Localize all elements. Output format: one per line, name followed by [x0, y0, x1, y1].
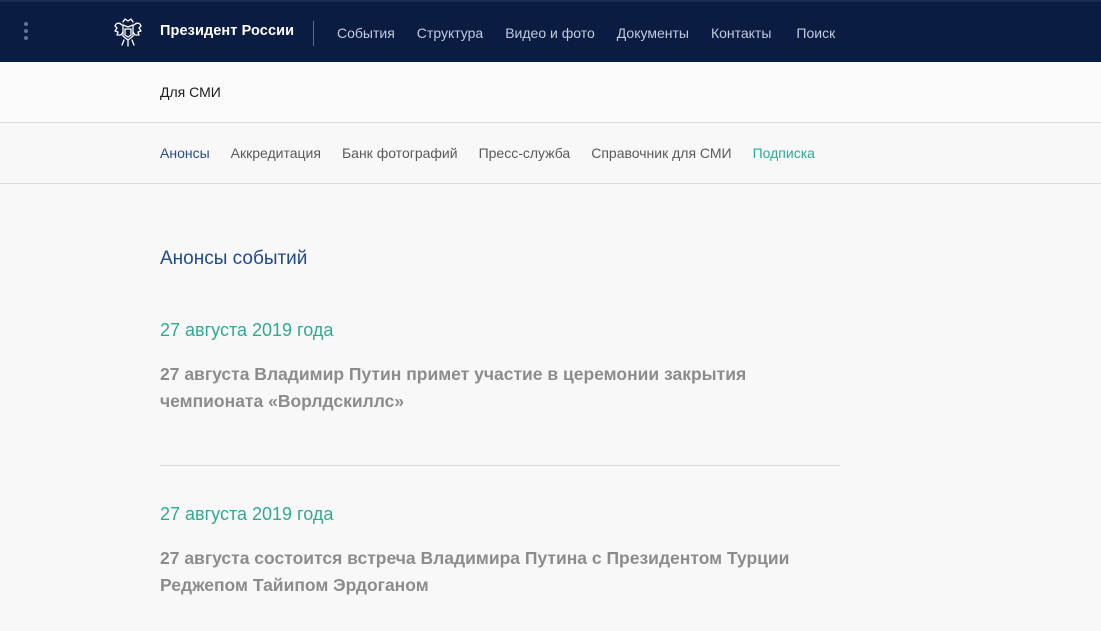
- subnav-accreditation[interactable]: Аккредитация: [231, 145, 321, 161]
- nav-video-photo[interactable]: Видео и фото: [505, 25, 595, 41]
- sub-nav: Анонсы Аккредитация Банк фотографий Прес…: [0, 123, 1101, 184]
- announcement-date: 27 августа 2019 года: [160, 504, 334, 524]
- subnav-photo-bank[interactable]: Банк фотографий: [342, 145, 458, 161]
- header-divider: [313, 21, 314, 46]
- nav-events[interactable]: События: [337, 25, 395, 41]
- emblem-logo-icon[interactable]: [113, 16, 143, 48]
- top-bar: Президент России События Структура Видео…: [0, 0, 1101, 62]
- page: Президент России События Структура Видео…: [0, 0, 1101, 631]
- subnav-announcements[interactable]: Анонсы: [160, 145, 210, 161]
- announcement-item: 27 августа 2019 года 27 августа состоитс…: [160, 503, 840, 599]
- menu-dots-icon[interactable]: [22, 22, 30, 44]
- main-content: Анонсы событий 27 августа 2019 года 27 а…: [160, 184, 840, 599]
- site-title-link[interactable]: Президент России: [160, 23, 294, 39]
- announcement-date: 27 августа 2019 года: [160, 320, 334, 340]
- subnav-press-service[interactable]: Пресс-служба: [479, 145, 571, 161]
- nav-search[interactable]: Поиск: [796, 25, 835, 41]
- top-nav: События Структура Видео и фото Документы…: [337, 25, 857, 41]
- page-heading: Анонсы событий: [160, 248, 308, 269]
- nav-structure[interactable]: Структура: [417, 25, 483, 41]
- announcement-item: 27 августа 2019 года 27 августа Владимир…: [160, 319, 840, 466]
- subnav-subscription[interactable]: Подписка: [753, 145, 815, 161]
- section-header: Для СМИ: [0, 62, 1101, 123]
- section-title[interactable]: Для СМИ: [160, 84, 221, 100]
- nav-documents[interactable]: Документы: [617, 25, 689, 41]
- announcement-link[interactable]: 27 августа состоится встреча Владимира П…: [160, 545, 840, 599]
- nav-contacts[interactable]: Контакты: [711, 25, 771, 41]
- announcement-link[interactable]: 27 августа Владимир Путин примет участие…: [160, 361, 840, 415]
- subnav-media-directory[interactable]: Справочник для СМИ: [591, 145, 731, 161]
